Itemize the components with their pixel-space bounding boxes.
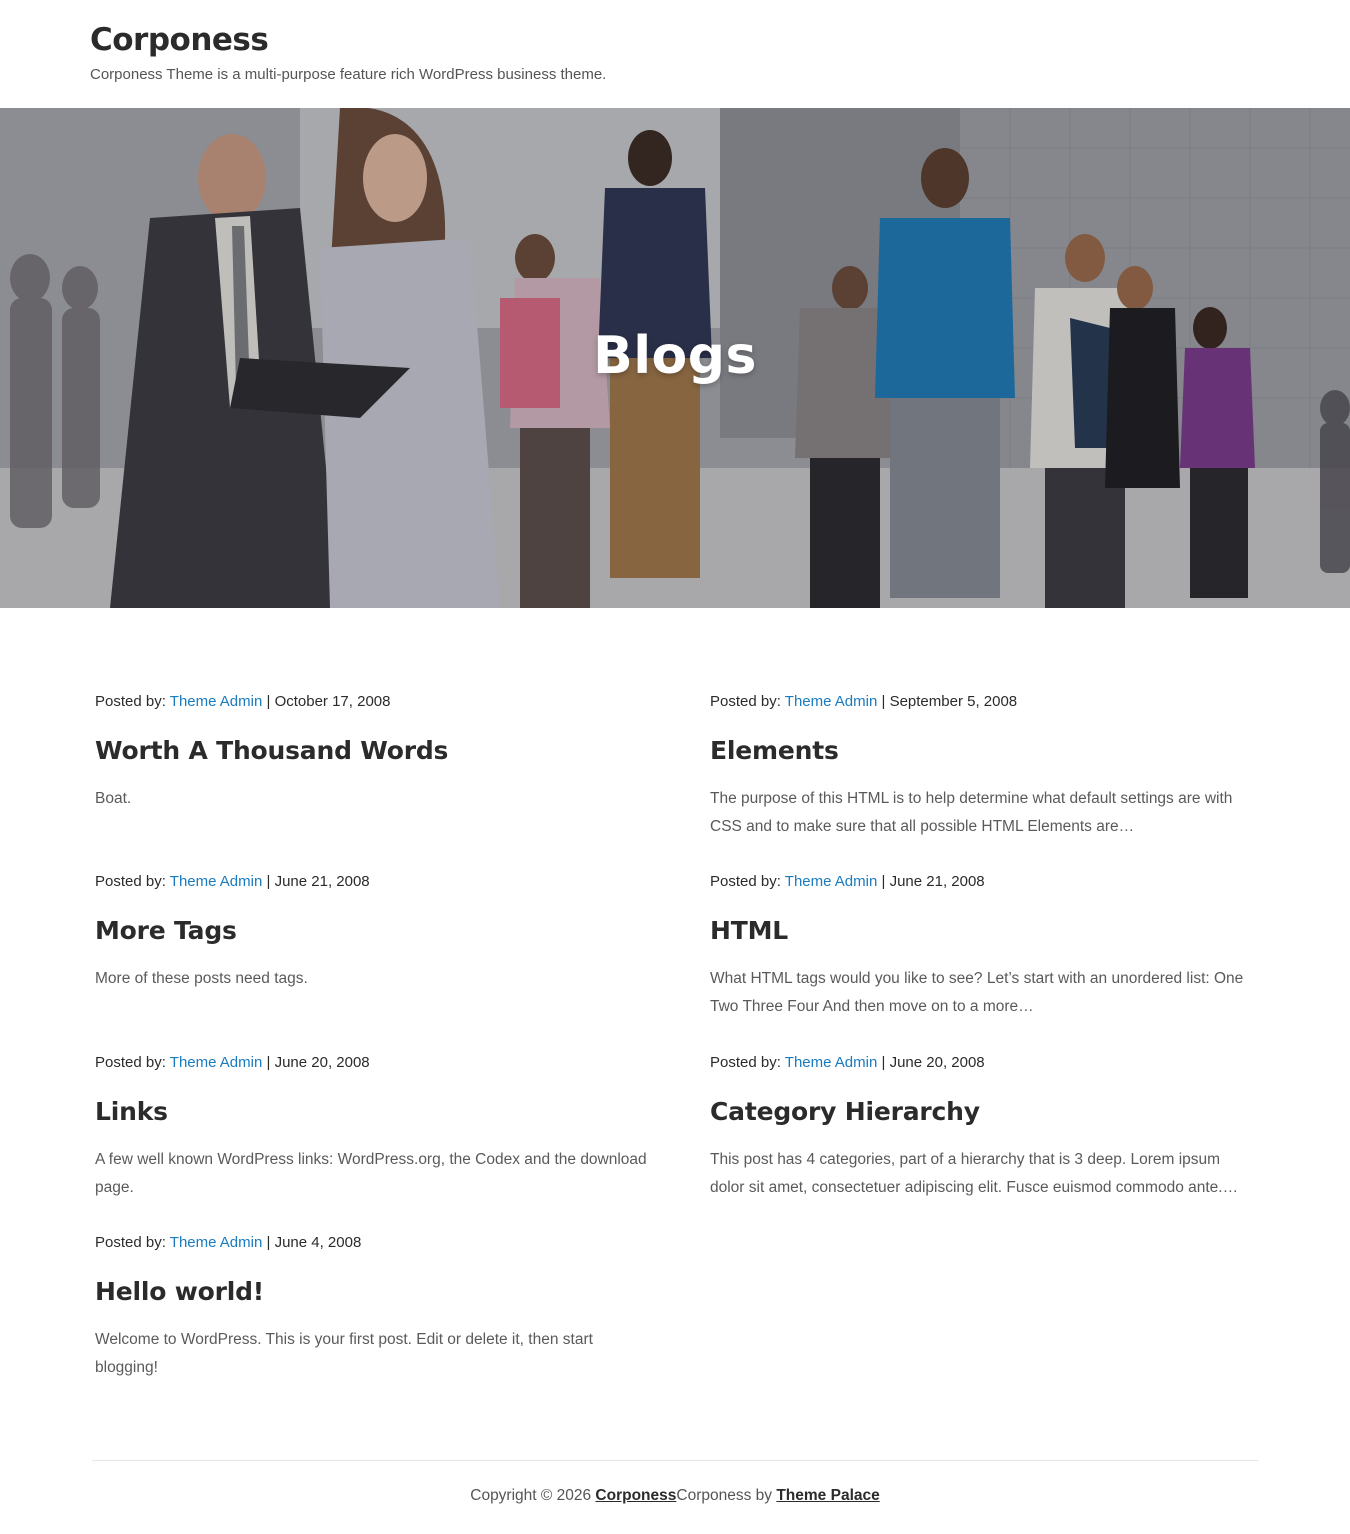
posted-by-label: Posted by: xyxy=(710,873,785,890)
post-title-link[interactable]: HTML xyxy=(710,916,788,945)
post-card: Posted by: Theme Admin | June 4, 2008 He… xyxy=(95,1233,615,1382)
post-meta: Posted by: Theme Admin | June 20, 2008 xyxy=(710,1053,1255,1073)
copyright-text: Copyright © 2026 xyxy=(470,1487,596,1504)
post-date: June 21, 2008 xyxy=(889,873,985,890)
post-excerpt: More of these posts need tags. xyxy=(95,970,308,987)
post-meta: Posted by: Theme Admin | June 21, 2008 xyxy=(710,872,1255,892)
posted-by-label: Posted by: xyxy=(95,873,170,890)
post-title-link[interactable]: Category Hierarchy xyxy=(710,1097,980,1126)
post-meta: Posted by: Theme Admin | September 5, 20… xyxy=(710,692,1255,712)
post-excerpt: Welcome to WordPress. This is your first… xyxy=(95,1331,593,1376)
post-date: June 20, 2008 xyxy=(889,1054,985,1071)
posted-by-label: Posted by: xyxy=(95,1054,170,1071)
page-title: Blogs xyxy=(593,326,757,386)
posted-by-label: Posted by: xyxy=(710,1054,785,1071)
post-date: June 4, 2008 xyxy=(274,1234,362,1251)
posted-by-label: Posted by: xyxy=(710,693,785,710)
posted-by-label: Posted by: xyxy=(95,693,170,710)
site-title[interactable]: Corponess xyxy=(90,22,269,58)
meta-separator: | xyxy=(262,1234,275,1251)
post-card: Posted by: Theme Admin | June 21, 2008 M… xyxy=(95,872,655,993)
author-link[interactable]: Theme Admin xyxy=(785,693,878,710)
post-title: Hello world! xyxy=(95,1277,615,1307)
footer-divider xyxy=(92,1460,1258,1461)
post-date: September 5, 2008 xyxy=(889,693,1018,710)
author-link[interactable]: Theme Admin xyxy=(170,693,263,710)
footer-author-link[interactable]: Theme Palace xyxy=(776,1487,879,1504)
meta-separator: | xyxy=(262,873,275,890)
post-title-link[interactable]: Elements xyxy=(710,736,839,765)
author-link[interactable]: Theme Admin xyxy=(170,1234,263,1251)
footer-site-link[interactable]: Corponess xyxy=(595,1487,676,1504)
post-meta: Posted by: Theme Admin | June 21, 2008 xyxy=(95,872,655,892)
post-card: Posted by: Theme Admin | October 17, 200… xyxy=(95,692,655,813)
post-card: Posted by: Theme Admin | September 5, 20… xyxy=(710,692,1255,841)
meta-separator: | xyxy=(877,693,890,710)
meta-separator: | xyxy=(877,873,890,890)
meta-separator: | xyxy=(262,693,275,710)
post-card: Posted by: Theme Admin | June 20, 2008 C… xyxy=(710,1053,1255,1202)
post-title-link[interactable]: Hello world! xyxy=(95,1277,264,1306)
post-title: Worth A Thousand Words xyxy=(95,736,655,766)
post-date: June 21, 2008 xyxy=(274,873,370,890)
site-footer: Copyright © 2026 CorponessCorponess by T… xyxy=(0,1487,1350,1505)
hero-banner: Blogs xyxy=(0,108,1350,608)
post-meta: Posted by: Theme Admin | June 20, 2008 xyxy=(95,1053,655,1073)
post-card: Posted by: Theme Admin | June 21, 2008 H… xyxy=(710,872,1255,1021)
post-title-link[interactable]: More Tags xyxy=(95,916,237,945)
author-link[interactable]: Theme Admin xyxy=(785,1054,878,1071)
post-excerpt: The purpose of this HTML is to help dete… xyxy=(710,790,1233,835)
meta-separator: | xyxy=(262,1054,275,1071)
post-meta: Posted by: Theme Admin | June 4, 2008 xyxy=(95,1233,615,1253)
post-meta: Posted by: Theme Admin | October 17, 200… xyxy=(95,692,655,712)
meta-separator: | xyxy=(877,1054,890,1071)
site-header: Corponess Corponess Theme is a multi-pur… xyxy=(0,0,1350,108)
author-link[interactable]: Theme Admin xyxy=(170,873,263,890)
site-tagline: Corponess Theme is a multi-purpose featu… xyxy=(90,66,607,83)
post-title: HTML xyxy=(710,916,1255,946)
post-excerpt: Boat. xyxy=(95,790,132,807)
post-title-link[interactable]: Links xyxy=(95,1097,168,1126)
post-title-link[interactable]: Worth A Thousand Words xyxy=(95,736,448,765)
post-date: October 17, 2008 xyxy=(274,693,391,710)
post-title: More Tags xyxy=(95,916,655,946)
post-title: Links xyxy=(95,1097,655,1127)
posted-by-label: Posted by: xyxy=(95,1234,170,1251)
post-title: Elements xyxy=(710,736,1255,766)
post-title: Category Hierarchy xyxy=(710,1097,1255,1127)
author-link[interactable]: Theme Admin xyxy=(785,873,878,890)
post-excerpt: A few well known WordPress links: WordPr… xyxy=(95,1151,647,1196)
post-excerpt: This post has 4 categories, part of a hi… xyxy=(710,1151,1239,1196)
theme-by-text: Corponess by xyxy=(676,1487,777,1504)
post-card: Posted by: Theme Admin | June 20, 2008 L… xyxy=(95,1053,655,1202)
post-excerpt: What HTML tags would you like to see? Le… xyxy=(710,970,1244,1015)
author-link[interactable]: Theme Admin xyxy=(170,1054,263,1071)
post-date: June 20, 2008 xyxy=(274,1054,370,1071)
